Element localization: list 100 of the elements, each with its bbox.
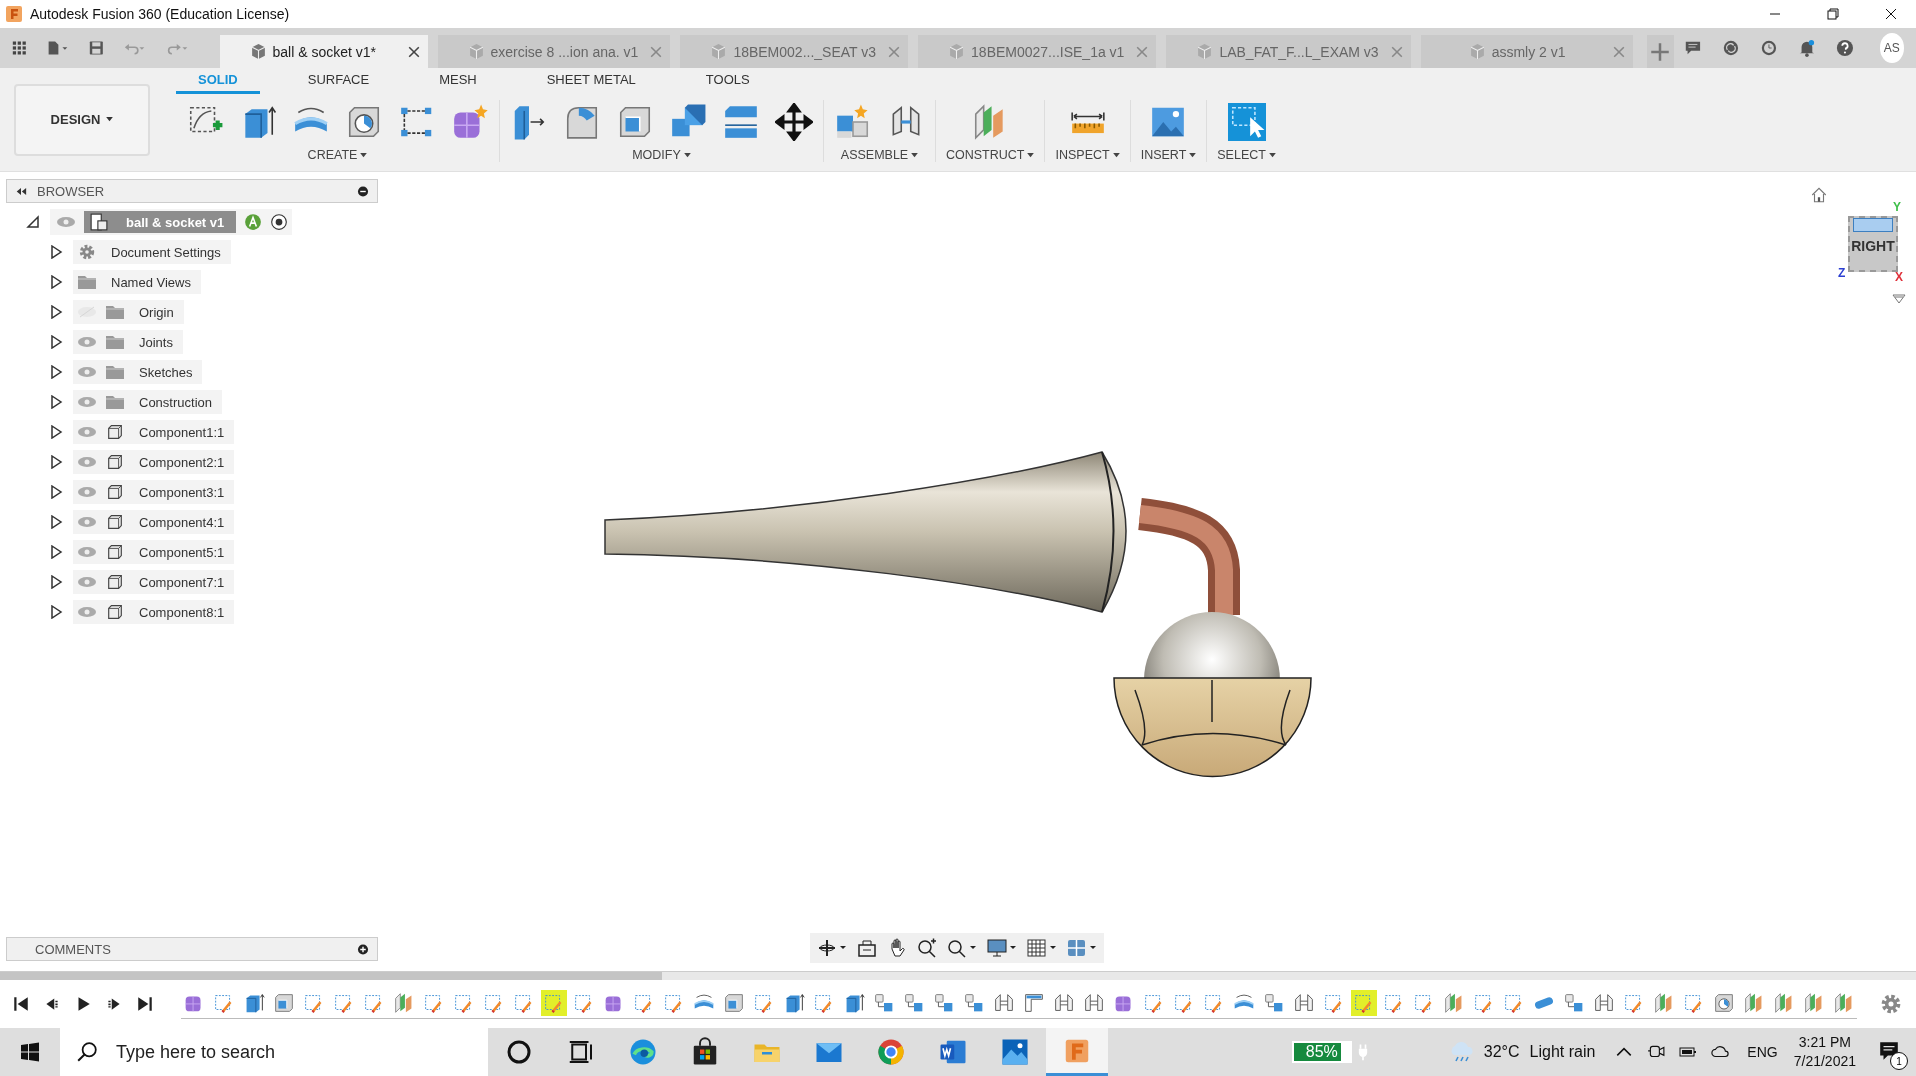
scrollbar-thumb[interactable]: [0, 972, 662, 980]
browser-item[interactable]: Component5:1: [73, 540, 235, 564]
tool-group-menu[interactable]: INSERT: [1140, 148, 1197, 162]
dropdown-icon[interactable]: [1892, 294, 1906, 304]
zoom-window-icon[interactable]: [946, 938, 978, 958]
file-icon[interactable]: [46, 39, 70, 57]
axis-label: Z: [1838, 266, 1846, 280]
document-tab[interactable]: LAB_FAT_F...L_EXAM v3: [1166, 35, 1411, 68]
expand-arrow-icon[interactable]: [49, 335, 63, 349]
windows-start-icon[interactable]: [20, 1042, 40, 1062]
expand-arrow-icon[interactable]: [49, 395, 63, 409]
toolbar-tab[interactable]: MESH: [417, 72, 499, 94]
workspace-dropdown[interactable]: DESIGN: [14, 83, 150, 156]
zoom-icon[interactable]: [916, 938, 938, 958]
minus-icon[interactable]: [357, 185, 369, 197]
toolbar-tab[interactable]: SHEET METAL: [524, 72, 658, 94]
eye-icon[interactable]: [77, 576, 97, 588]
document-tab[interactable]: 18BEM0027...ISE_1a v1: [918, 35, 1157, 68]
expand-arrow-icon[interactable]: [49, 425, 63, 439]
eye-icon[interactable]: [77, 516, 97, 528]
tool-group-menu[interactable]: CREATE: [307, 148, 368, 162]
document-tab[interactable]: exercise 8 ...ion ana. v1: [437, 35, 671, 68]
folder-icon: [77, 273, 97, 291]
caret-icon: [1268, 152, 1276, 158]
browser-item[interactable]: Document Settings: [73, 240, 231, 264]
document-tab[interactable]: ball & socket v1*: [219, 35, 428, 68]
clock[interactable]: 3:21 PM 7/21/2021: [1793, 1033, 1856, 1071]
eye-icon[interactable]: [77, 486, 97, 498]
expand-arrow-icon[interactable]: [26, 215, 40, 229]
settings-icon[interactable]: [1880, 993, 1902, 1015]
document-tab[interactable]: 18BEM002..._SEAT v3: [680, 35, 909, 68]
eye-icon[interactable]: [77, 396, 97, 408]
component-icon: [105, 453, 125, 471]
expand-arrow-icon[interactable]: [49, 515, 63, 529]
expand-arrow-icon[interactable]: [49, 455, 63, 469]
browser-item[interactable]: Component1:1: [73, 420, 235, 444]
app-grid-icon[interactable]: [12, 39, 27, 57]
save-icon[interactable]: [89, 39, 104, 57]
split-icon[interactable]: [722, 103, 760, 141]
tool-group-menu[interactable]: ASSEMBLE: [840, 148, 919, 162]
expand-arrow-icon[interactable]: [49, 245, 63, 259]
browser-item[interactable]: Component8:1: [73, 600, 235, 624]
move-icon[interactable]: [775, 103, 813, 141]
cube-icon: [948, 43, 966, 60]
form-icon[interactable]: [451, 103, 489, 141]
skip-to-end-icon[interactable]: [136, 995, 154, 1013]
eye-icon[interactable]: [56, 216, 76, 228]
browser-item[interactable]: Joints: [73, 330, 183, 354]
activate-icon[interactable]: [244, 213, 263, 231]
expand-arrow-icon[interactable]: [49, 305, 63, 319]
eye-icon[interactable]: [77, 336, 97, 348]
browser-item[interactable]: Origin: [73, 300, 184, 324]
close-icon[interactable]: [1884, 7, 1898, 21]
browser-item[interactable]: Component7:1: [73, 570, 235, 594]
toolbar-tab[interactable]: TOOLS: [683, 72, 772, 94]
browser-item[interactable]: Component4:1: [73, 510, 235, 534]
toolbar-tab[interactable]: SURFACE: [285, 72, 392, 94]
eye-icon[interactable]: [77, 426, 97, 438]
expand-arrow-icon[interactable]: [49, 605, 63, 619]
expand-arrow-icon[interactable]: [49, 485, 63, 499]
sketch-icon[interactable]: [1351, 989, 1377, 1016]
browser-item[interactable]: Component2:1: [73, 450, 235, 474]
new-tab-button[interactable]: [1646, 35, 1675, 68]
eye-icon[interactable]: [77, 606, 97, 618]
user-avatar[interactable]: AS: [1879, 33, 1905, 63]
browser-item[interactable]: Construction: [73, 390, 222, 414]
display-icon[interactable]: [986, 938, 1018, 958]
tool-group-menu[interactable]: MODIFY: [632, 148, 691, 162]
viewports-icon[interactable]: [1066, 938, 1098, 958]
close-tab-icon[interactable]: [407, 45, 420, 58]
expand-arrow-icon[interactable]: [49, 575, 63, 589]
help-icon[interactable]: [1835, 37, 1854, 59]
browser-item[interactable]: Component3:1: [73, 480, 235, 504]
radio-icon[interactable]: [270, 213, 289, 231]
look-at-icon[interactable]: [856, 938, 878, 958]
home-icon[interactable]: [1810, 186, 1828, 204]
restore-icon[interactable]: [1826, 7, 1840, 21]
grid-icon[interactable]: [1026, 938, 1058, 958]
orbit-icon[interactable]: [816, 938, 848, 958]
tool-group-menu[interactable]: SELECT: [1217, 148, 1276, 162]
document-tab[interactable]: assmly 2 v1: [1420, 35, 1633, 68]
eye-icon[interactable]: [77, 456, 97, 468]
plus-icon[interactable]: [357, 943, 369, 955]
panel-title: COMMENTS: [35, 941, 111, 957]
expand-arrow-icon[interactable]: [49, 275, 63, 289]
search-field[interactable]: Type here to search: [60, 1028, 488, 1076]
expand-arrow-icon[interactable]: [49, 365, 63, 379]
browser-item[interactable]: Sketches: [73, 360, 203, 384]
expand-arrow-icon[interactable]: [49, 545, 63, 559]
eye-icon[interactable]: [77, 366, 97, 378]
tool-group-menu[interactable]: INSPECT: [1055, 148, 1120, 162]
tool-group-menu[interactable]: CONSTRUCT: [946, 148, 1035, 162]
collapse-icon[interactable]: [15, 185, 27, 197]
skip-to-start-icon[interactable]: [12, 995, 30, 1013]
view-cube[interactable]: RIGHT: [1848, 216, 1898, 272]
browser-item[interactable]: Named Views: [73, 270, 201, 294]
eye-icon[interactable]: [77, 546, 97, 558]
select-icon[interactable]: [1227, 103, 1266, 141]
sketch-icon[interactable]: [541, 989, 567, 1016]
language-indicator[interactable]: ENG: [1747, 1044, 1778, 1060]
